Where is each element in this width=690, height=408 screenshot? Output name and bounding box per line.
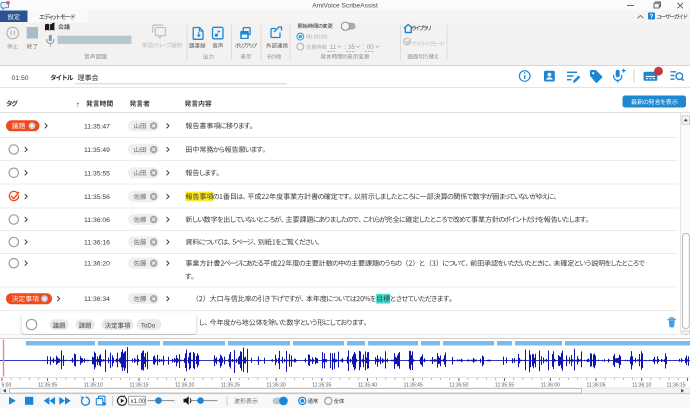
svg-text:11:35:56: 11:35:56 (84, 194, 110, 201)
svg-text:11:35:40: 11:35:40 (358, 382, 377, 388)
svg-text:11:35:10: 11:35:10 (84, 382, 103, 388)
svg-text:x1.00: x1.00 (131, 399, 146, 405)
svg-text:11:36:10: 11:36:10 (632, 382, 651, 388)
svg-text:ToDo: ToDo (141, 323, 156, 330)
svg-text::: : (344, 44, 346, 51)
svg-text:11:36:15: 11:36:15 (666, 382, 685, 388)
svg-text:11: 11 (330, 44, 337, 51)
svg-text:↑: ↑ (76, 100, 80, 109)
svg-text:00:00:00: 00:00:00 (306, 35, 327, 41)
svg-text:11:36:00: 11:36:00 (541, 382, 560, 388)
svg-text:11:36:34: 11:36:34 (84, 296, 110, 303)
svg-text:01:50: 01:50 (12, 75, 29, 82)
svg-text:00: 00 (367, 44, 374, 51)
svg-text:11:36:20: 11:36:20 (84, 261, 110, 268)
svg-text:11:35:30: 11:35:30 (267, 382, 286, 388)
svg-text:11:35:25: 11:35:25 (221, 382, 240, 388)
svg-text:11:35:35: 11:35:35 (312, 382, 331, 388)
svg-text:11:36:16: 11:36:16 (84, 240, 110, 247)
svg-text:AmiVoice ScribeAssist: AmiVoice ScribeAssist (312, 3, 378, 10)
svg-text:11:35:15: 11:35:15 (129, 382, 148, 388)
svg-text:11:35:55: 11:35:55 (495, 382, 514, 388)
svg-text:11:35:45: 11:35:45 (404, 382, 423, 388)
svg-text:11:35:55: 11:35:55 (84, 170, 110, 177)
svg-text:5:00: 5:00 (2, 382, 12, 388)
svg-text::: : (363, 44, 365, 51)
svg-text:11:36:06: 11:36:06 (84, 217, 110, 224)
svg-text:35: 35 (348, 44, 355, 51)
svg-text:11:35:05: 11:35:05 (38, 382, 57, 388)
svg-text:?: ? (650, 14, 654, 20)
svg-text:11:35:47: 11:35:47 (84, 123, 110, 130)
svg-text:11:35:49: 11:35:49 (84, 147, 110, 154)
svg-text:11:35:20: 11:35:20 (175, 382, 194, 388)
svg-text:11:35:50: 11:35:50 (449, 382, 468, 388)
svg-text:11:36:05: 11:36:05 (586, 382, 605, 388)
